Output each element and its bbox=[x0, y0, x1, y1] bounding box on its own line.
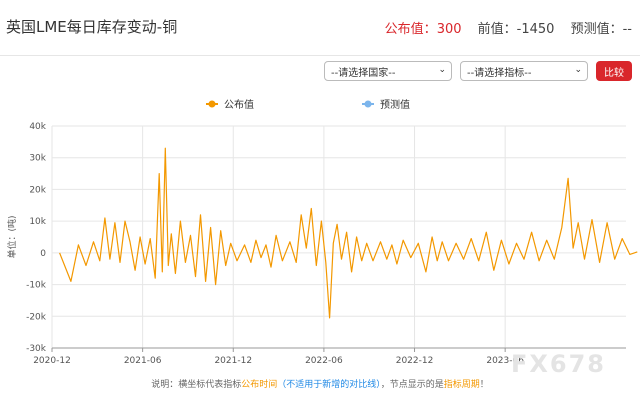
legend-marker bbox=[208, 100, 216, 108]
forecast-label: 预测值： bbox=[570, 22, 623, 37]
note-prefix: 说明：横坐标代表指标 bbox=[151, 380, 242, 390]
previous-value: -1450 bbox=[516, 22, 555, 37]
indicator-select-value: --请选择指标-- bbox=[467, 67, 532, 79]
y-tick-label: -30k bbox=[26, 344, 47, 354]
y-tick-label: 10k bbox=[29, 217, 46, 227]
published-stat: 公布值：300 bbox=[385, 22, 462, 37]
legend-label: 公布值 bbox=[224, 98, 254, 111]
forecast-value: -- bbox=[622, 22, 632, 37]
y-axis-label: 单位：(吨) bbox=[6, 215, 18, 258]
legend-marker bbox=[364, 100, 372, 108]
compare-controls: --请选择国家-- ⌄ --请选择指标-- ⌄ 比较 bbox=[324, 60, 632, 82]
series-line-published bbox=[59, 147, 638, 319]
published-label: 公布值： bbox=[384, 22, 437, 37]
note-paren: （不适用于新增的对比线） bbox=[277, 380, 381, 390]
country-select-value: --请选择国家-- bbox=[331, 67, 396, 79]
y-tick-label: 30k bbox=[29, 154, 46, 164]
indicator-header: 英国LME每日库存变动-铜 公布值：300 前值：-1450 预测值：-- bbox=[0, 0, 640, 56]
y-tick-label: -20k bbox=[26, 312, 47, 322]
note-highlight-period: 指标周期 bbox=[443, 380, 480, 390]
y-tick-label: 20k bbox=[29, 185, 46, 195]
compare-button[interactable]: 比较 bbox=[596, 61, 632, 81]
note-suffix: ！ bbox=[479, 380, 489, 390]
indicator-select[interactable]: --请选择指标-- ⌄ bbox=[460, 61, 588, 81]
x-tick-label: 2020-12 bbox=[33, 356, 71, 366]
chevron-down-icon: ⌄ bbox=[438, 65, 446, 75]
x-tick-label: 2022-06 bbox=[305, 356, 343, 366]
legend-label: 预测值 bbox=[380, 98, 410, 111]
note-highlight-time: 公布时间 bbox=[241, 380, 278, 390]
x-tick-label: 2021-06 bbox=[124, 356, 162, 366]
y-axis: 40k 30k 20k 10k 0 -10k -20k -30k bbox=[26, 122, 47, 354]
y-tick-label: -10k bbox=[26, 281, 47, 291]
watermark-logo: FX678 bbox=[511, 350, 606, 378]
note-middle: ，节点显示的是 bbox=[380, 380, 444, 390]
y-tick-label: 40k bbox=[29, 122, 46, 132]
page-title: 英国LME每日库存变动-铜 bbox=[6, 18, 178, 36]
forecast-stat: 预测值：-- bbox=[571, 22, 632, 37]
previous-label: 前值： bbox=[477, 22, 517, 37]
x-tick-label: 2021-12 bbox=[214, 356, 252, 366]
x-tick-label: 2022-12 bbox=[396, 356, 434, 366]
indicator-stats: 公布值：300 前值：-1450 预测值：-- bbox=[385, 18, 632, 37]
header-divider bbox=[0, 55, 640, 56]
country-select[interactable]: --请选择国家-- ⌄ bbox=[324, 61, 452, 81]
chevron-down-icon: ⌄ bbox=[574, 65, 582, 75]
published-value: 300 bbox=[436, 22, 462, 37]
y-tick-label: 0 bbox=[40, 249, 46, 259]
previous-stat: 前值：-1450 bbox=[478, 22, 555, 37]
chart-legend: 公布值 预测值 bbox=[206, 98, 410, 111]
chart-note: 说明：横坐标代表指标公布时间（不适用于新增的对比线），节点显示的是指标周期！ bbox=[0, 377, 640, 390]
chart: 公布值 预测值 40k 30k 20k 10k 0 -10k -20k -30k 2020-12… bbox=[6, 98, 638, 366]
chart-series bbox=[59, 147, 638, 319]
